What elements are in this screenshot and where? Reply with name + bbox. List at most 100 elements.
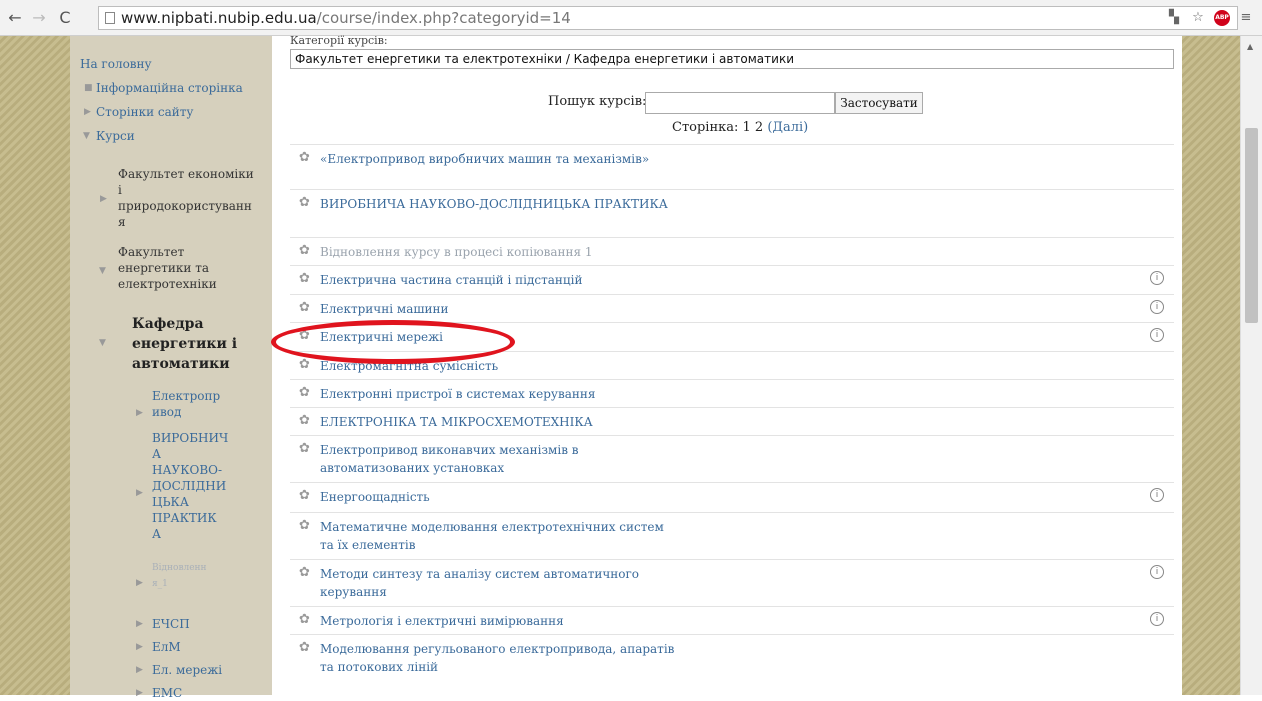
expand-arrow-icon[interactable]: ▶ (136, 578, 143, 588)
category-select[interactable]: Факультет енергетики та електротехніки /… (290, 49, 1174, 69)
toolbar-icons: ▚ ☆ ABP ≡ (1166, 7, 1254, 29)
pagination-text: Сторінка: 1 2 (672, 120, 768, 135)
course-icon: ✿ (299, 640, 310, 655)
sidebar-text-line: Відновленн (152, 563, 207, 573)
course-link[interactable]: Метрологія і електричні вимірювання (320, 612, 840, 630)
scroll-up-arrow-icon[interactable]: ▲ (1247, 42, 1253, 51)
expand-arrow-icon[interactable]: ▶ (136, 665, 143, 675)
sidebar-text-line: і (118, 183, 122, 197)
translate-icon[interactable]: ▚ (1166, 10, 1182, 26)
course-link[interactable]: Відновлення курсу в процесі копіювання 1 (320, 243, 840, 261)
sidebar-home-link[interactable]: На головну (80, 56, 152, 72)
course-link[interactable]: ВИРОБНИЧА НАУКОВО-ДОСЛІДНИЦЬКА ПРАКТИКА (320, 195, 680, 213)
course-row: ✿ Електронні пристрої в системах керуван… (290, 379, 1174, 407)
address-bar[interactable]: www.nipbati.nubip.edu.ua/course/index.ph… (98, 6, 1238, 30)
sidebar-course-restore[interactable]: Відновленн я_1 (152, 560, 207, 592)
course-icon: ✿ (299, 243, 310, 258)
menu-icon[interactable]: ≡ (1238, 10, 1254, 26)
main-content: Категорії курсів: Факультет енергетики т… (272, 34, 1182, 695)
course-row: ✿ Електричні машини i (290, 294, 1174, 322)
course-link[interactable]: Електропривод виконавчих механізмів в ав… (320, 441, 680, 477)
course-link[interactable]: Електронні пристрої в системах керування (320, 385, 840, 403)
pagination: Сторінка: 1 2 (Далі) (672, 120, 808, 135)
adblock-icon[interactable]: ABP (1214, 10, 1230, 26)
course-link[interactable]: ЕЛЕКТРОНІКА ТА МІКРОСХЕМОТЕХНІКА (320, 413, 840, 431)
course-icon: ✿ (299, 357, 310, 372)
sidebar-course-electric-drive[interactable]: Електропр ивод (152, 388, 220, 420)
course-icon: ✿ (299, 413, 310, 428)
scroll-thumb[interactable] (1245, 128, 1258, 323)
course-info-icon[interactable]: i (1150, 328, 1164, 342)
sidebar-course-echsp[interactable]: ЕЧСП (152, 616, 190, 632)
sidebar-item-department[interactable]: Кафедра енергетики і автоматики (132, 314, 237, 374)
sidebar-item-faculty-economics[interactable]: Факультет економіки і природокористуванн… (118, 166, 254, 230)
sidebar-course-el-networks[interactable]: Ел. мережі (152, 662, 222, 678)
sidebar-item-faculty-energy[interactable]: Факультет енергетики та електротехніки (118, 244, 217, 292)
course-info-icon[interactable]: i (1150, 612, 1164, 626)
course-link[interactable]: Енергоощадність (320, 488, 840, 506)
collapse-arrow-icon[interactable]: ▼ (83, 131, 90, 141)
expand-arrow-icon[interactable]: ▶ (84, 107, 91, 117)
course-row: ✿ Енергоощадність i (290, 482, 1174, 512)
course-icon: ✿ (299, 612, 310, 627)
expand-arrow-icon[interactable]: ▶ (136, 642, 143, 652)
course-info-icon[interactable]: i (1150, 271, 1164, 285)
sidebar-item-courses[interactable]: Курси (96, 128, 135, 144)
url-text[interactable]: www.nipbati.nubip.edu.ua/course/index.ph… (121, 9, 571, 28)
search-input[interactable] (645, 92, 835, 114)
forward-arrow-icon[interactable]: → (30, 8, 48, 28)
collapse-arrow-icon[interactable]: ▼ (99, 266, 106, 276)
pagination-next-link[interactable]: (Далі) (767, 120, 808, 135)
course-row: ✿ Електрична частина станцій і підстанці… (290, 265, 1174, 294)
browser-toolbar: ← → C www.nipbati.nubip.edu.ua/course/in… (0, 0, 1262, 36)
sidebar-text-line: НАУКОВО- (152, 463, 223, 477)
course-link[interactable]: Електричні машини (320, 300, 840, 318)
page-icon (105, 12, 115, 24)
category-label: Категорії курсів: (290, 34, 388, 47)
course-icon: ✿ (299, 195, 310, 210)
sidebar-item-site-pages[interactable]: Сторінки сайту (96, 104, 193, 120)
course-row: ✿ Електропривод виконавчих механізмів в … (290, 435, 1174, 482)
sidebar-text-line: я_1 (152, 579, 168, 589)
course-row: ✿ Математичне моделювання електротехнічн… (290, 512, 1174, 559)
expand-arrow-icon[interactable]: ▶ (136, 688, 143, 698)
sidebar-text-line: енергетики і (132, 336, 238, 352)
course-link[interactable]: Моделювання регульованого електропривода… (320, 640, 680, 676)
sidebar-text-line: А (152, 527, 162, 541)
bookmark-star-icon[interactable]: ☆ (1190, 10, 1206, 26)
course-icon: ✿ (299, 150, 310, 165)
course-row: ✿ Методи синтезу та аналізу систем автом… (290, 559, 1174, 606)
expand-arrow-icon[interactable]: ▶ (136, 619, 143, 629)
course-link[interactable]: Математичне моделювання електротехнічних… (320, 518, 680, 554)
course-link[interactable]: «Електропривод виробничих машин та механ… (320, 150, 680, 168)
page-scrollbar[interactable]: ▲ (1240, 36, 1262, 695)
sidebar-course-ems[interactable]: ЕМС (152, 685, 182, 701)
collapse-arrow-icon[interactable]: ▼ (99, 338, 106, 348)
course-info-icon[interactable]: i (1150, 565, 1164, 579)
reload-icon[interactable]: C (56, 8, 74, 28)
bullet-icon: ■ (84, 83, 93, 93)
sidebar-text-line: енергетики та (118, 261, 210, 275)
course-row: ✿ ВИРОБНИЧА НАУКОВО-ДОСЛІДНИЦЬКА ПРАКТИК… (290, 189, 1174, 237)
sidebar-course-practice[interactable]: ВИРОБНИЧ А НАУКОВО- ДОСЛІДНИ ЦЬКА ПРАКТИ… (152, 430, 228, 542)
course-row: ✿ Відновлення курсу в процесі копіювання… (290, 237, 1174, 265)
back-arrow-icon[interactable]: ← (6, 8, 24, 28)
sidebar-text-line: ПРАКТИК (152, 511, 217, 525)
sidebar-text-line: Факультет (118, 245, 185, 259)
sidebar-course-elm[interactable]: ЕлМ (152, 639, 181, 655)
url-path: /course/index.php?categoryid=14 (316, 9, 571, 27)
sidebar-text-line: А (152, 447, 162, 461)
course-info-icon[interactable]: i (1150, 488, 1164, 502)
course-link[interactable]: Електрична частина станцій і підстанцій (320, 271, 840, 289)
sidebar-text-line: ЦЬКА (152, 495, 189, 509)
course-row: ✿ «Електропривод виробничих машин та мех… (290, 144, 1174, 189)
search-apply-button[interactable]: Застосувати (835, 92, 923, 114)
course-icon: ✿ (299, 300, 310, 315)
sidebar-text-line: Факультет економіки (118, 167, 254, 181)
expand-arrow-icon[interactable]: ▶ (136, 488, 143, 498)
expand-arrow-icon[interactable]: ▶ (136, 408, 143, 418)
sidebar-item-info-page[interactable]: Інформаційна сторінка (96, 80, 243, 96)
course-link[interactable]: Методи синтезу та аналізу систем автомат… (320, 565, 680, 601)
expand-arrow-icon[interactable]: ▶ (100, 194, 107, 204)
course-info-icon[interactable]: i (1150, 300, 1164, 314)
